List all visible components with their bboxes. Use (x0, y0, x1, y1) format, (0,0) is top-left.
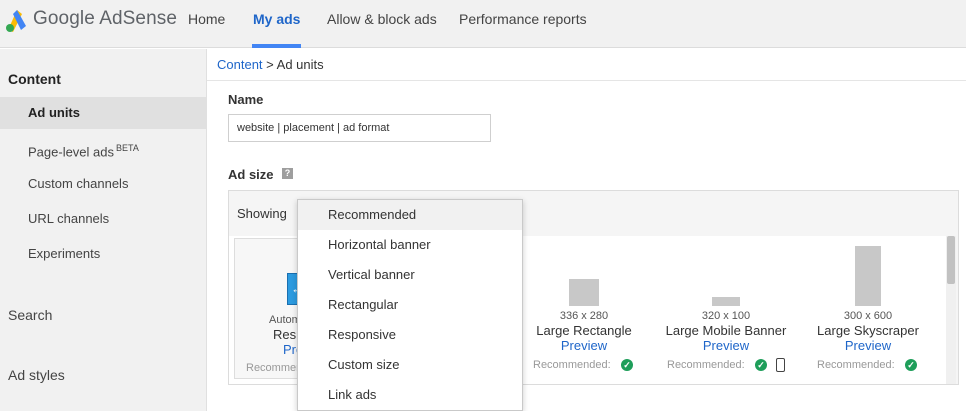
adsense-logo-icon[interactable] (4, 6, 30, 32)
sidebar-item-label: Custom channels (28, 176, 129, 191)
ad-size-thumbnail (855, 246, 881, 306)
preview-link[interactable]: Preview (818, 338, 918, 353)
dropdown-option-link-ads[interactable]: Link ads (298, 380, 522, 410)
tab-my-ads[interactable]: My ads (251, 11, 302, 48)
sidebar-item-label: URL channels (28, 211, 110, 226)
sidebar-item-label: Page-level ads (28, 144, 114, 160)
preview-link[interactable]: Preview (534, 338, 634, 353)
name-label: Name (228, 92, 264, 107)
help-icon[interactable]: ? (282, 168, 293, 179)
sidebar: Content Ad units Page-level ads BETA Cust… (0, 49, 207, 411)
showing-dropdown-menu: Recommended Horizontal banner Vertical b… (297, 199, 523, 411)
tab-home[interactable]: Home (188, 11, 225, 48)
recommended-label: Recommended: (533, 359, 611, 371)
dropdown-option-rectangular[interactable]: Rectangular (298, 290, 522, 320)
tab-performance-reports[interactable]: Performance reports (459, 11, 587, 48)
sidebar-section-ad-styles[interactable]: Ad styles (8, 367, 65, 383)
breadcrumb-current: Ad units (276, 57, 324, 72)
ad-size-label: Ad size (228, 167, 274, 182)
breadcrumb-separator: > (266, 57, 274, 72)
sidebar-section-search[interactable]: Search (8, 307, 52, 323)
dropdown-option-responsive[interactable]: Responsive (298, 320, 522, 350)
sidebar-item-ad-units[interactable]: Ad units (0, 97, 207, 129)
dropdown-option-horizontal-banner[interactable]: Horizontal banner (298, 230, 522, 260)
recommended-label: Recommen (246, 362, 303, 374)
brand-name[interactable]: Google AdSense (33, 8, 177, 30)
top-bar: Google AdSense Home My ads Allow & block… (0, 0, 966, 48)
sidebar-item-custom-channels[interactable]: Custom channels (0, 168, 207, 200)
check-icon: ✓ (905, 359, 917, 371)
showing-label: Showing (237, 206, 287, 221)
ad-size-thumbnail (712, 297, 740, 306)
sidebar-item-page-level-ads[interactable]: Page-level ads BETA (0, 132, 207, 164)
cards-scrollbar[interactable] (946, 236, 956, 384)
beta-badge: BETA (116, 143, 139, 153)
sidebar-item-label: Ad units (28, 105, 80, 120)
breadcrumb: Content > Ad units (207, 49, 966, 81)
check-icon: ✓ (755, 359, 767, 371)
mobile-phone-icon (776, 358, 785, 372)
dropdown-option-vertical-banner[interactable]: Vertical banner (298, 260, 522, 290)
tab-allow-block-ads[interactable]: Allow & block ads (327, 11, 437, 48)
breadcrumb-link-content[interactable]: Content (217, 57, 263, 72)
check-icon: ✓ (621, 359, 633, 371)
sidebar-item-experiments[interactable]: Experiments (0, 238, 207, 270)
preview-link[interactable]: Preview (676, 338, 776, 353)
ad-dimensions: 320 x 100 (701, 310, 751, 322)
sidebar-item-url-channels[interactable]: URL channels (0, 203, 207, 235)
name-input[interactable] (228, 114, 491, 142)
ad-size-thumbnail (569, 279, 599, 306)
ad-dimensions: 300 x 600 (843, 310, 893, 322)
ad-size-name[interactable]: Large Skyscraper (808, 323, 928, 338)
sidebar-heading-content: Content (8, 71, 61, 87)
recommended-label: Recommended: (817, 359, 895, 371)
dropdown-option-recommended[interactable]: Recommended (298, 200, 522, 230)
scrollbar-thumb[interactable] (947, 236, 955, 284)
ad-dimensions: 336 x 280 (559, 310, 609, 322)
dropdown-option-custom-size[interactable]: Custom size (298, 350, 522, 380)
ad-size-name[interactable]: Large Rectangle (524, 323, 644, 338)
ad-size-name[interactable]: Large Mobile Banner (656, 323, 796, 338)
recommended-label: Recommended: (667, 359, 745, 371)
sidebar-item-label: Experiments (28, 246, 101, 261)
